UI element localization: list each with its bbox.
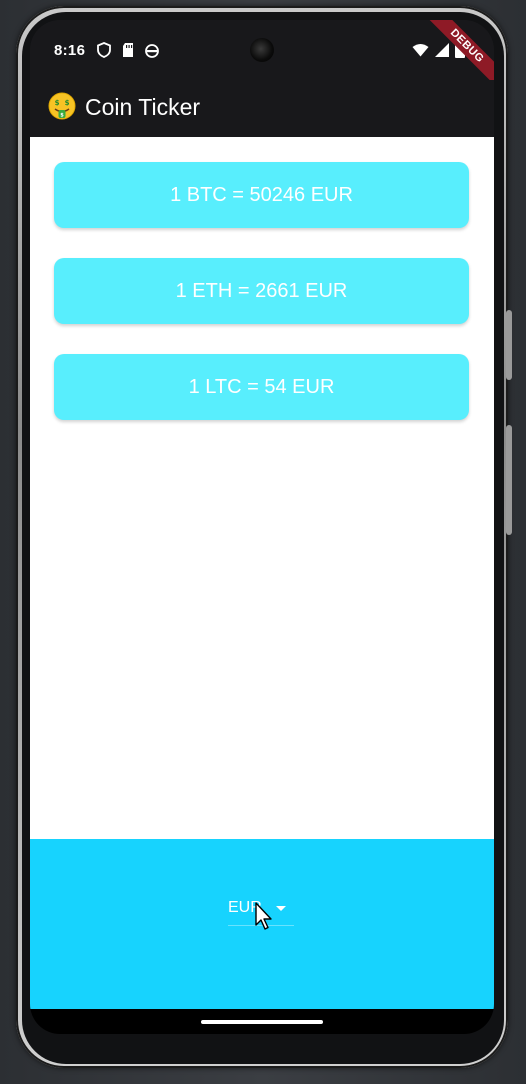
svg-text:$: $	[60, 113, 64, 119]
dropdown-arrow-icon	[276, 906, 286, 911]
app-title: Coin Ticker	[85, 94, 201, 120]
shield-icon	[97, 42, 111, 58]
rate-card-eth[interactable]: 1 ETH = 2661 EUR	[54, 258, 469, 324]
volume-button[interactable]	[506, 310, 512, 380]
phone-screen: 8:16 DEBUG $ $ $ Coin Ticker 1 BTC = 502…	[30, 20, 494, 1034]
home-indicator[interactable]	[201, 1020, 323, 1024]
rate-card-ltc[interactable]: 1 LTC = 54 EUR	[54, 354, 469, 420]
currency-picker-panel: EUR	[30, 839, 494, 1009]
money-mouth-face-icon: $ $ $	[48, 92, 76, 120]
mouse-cursor-icon	[255, 902, 272, 930]
svg-text:$: $	[55, 99, 60, 107]
signal-icon	[435, 43, 449, 57]
power-button[interactable]	[506, 425, 512, 535]
wifi-icon	[412, 44, 429, 57]
navigation-bar	[30, 1009, 494, 1034]
rate-card-btc[interactable]: 1 BTC = 50246 EUR	[54, 162, 469, 228]
sd-card-icon	[123, 43, 133, 57]
status-icons-left	[96, 42, 160, 58]
status-time: 8:16	[54, 42, 86, 59]
svg-text:$: $	[65, 99, 70, 107]
front-camera	[250, 38, 274, 62]
rates-list: 1 BTC = 50246 EUR 1 ETH = 2661 EUR 1 LTC…	[30, 137, 494, 839]
android-icon	[145, 44, 159, 58]
app-bar: $ $ $ Coin Ticker	[30, 80, 494, 137]
status-bar: 8:16 DEBUG	[30, 20, 494, 91]
